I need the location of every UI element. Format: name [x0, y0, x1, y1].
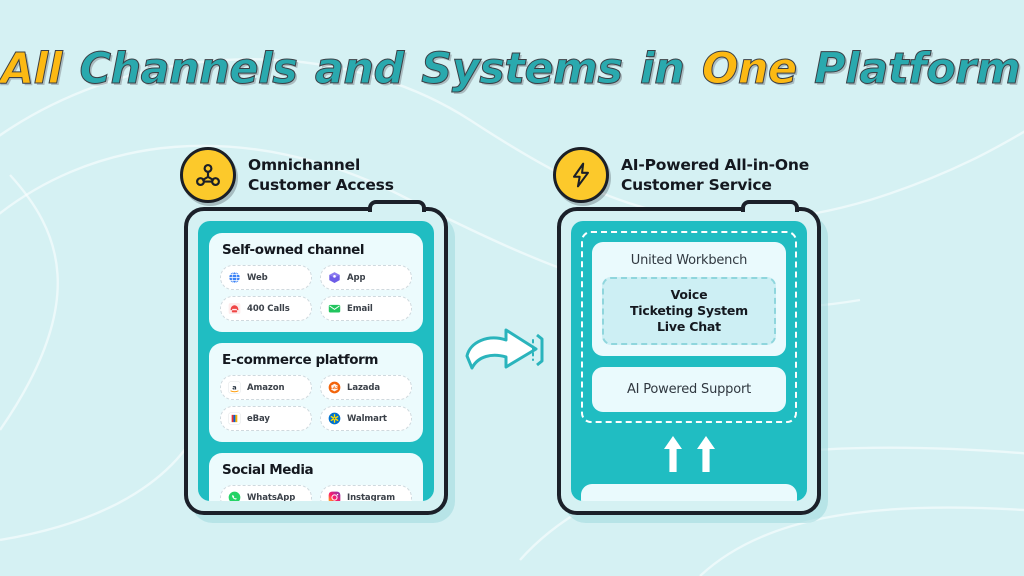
page-title: All Channels and Systems in One Platform [0, 44, 1024, 95]
title-word-0: All [0, 44, 63, 95]
left-device-screen: Self-owned channel Web App 400 Calls Ema… [198, 221, 434, 501]
whatsapp-icon [228, 491, 241, 501]
right-device-screen: United Workbench Voice Ticketing System … [571, 221, 807, 501]
channel-pill-grid: Web App 400 Calls Email [220, 265, 412, 321]
channel-card-ecommerce: E-commerce platform a Amazon LAZ Lazada … [209, 343, 423, 442]
svg-text:LAZ: LAZ [330, 385, 338, 390]
app-cube-icon [329, 272, 340, 283]
channel-card-title: E-commerce platform [222, 352, 379, 368]
channel-pill-grid: WhatsApp Instagram [220, 485, 412, 501]
channel-card-self-owned: Self-owned channel Web App 400 Calls Ema… [209, 233, 423, 332]
amazon-icon: a [228, 381, 241, 394]
title-word-3: Systems [421, 44, 624, 95]
channel-pill-label: Lazada [347, 382, 381, 393]
channel-card-social-media: Social Media WhatsApp Instagram [209, 453, 423, 501]
flow-arrows-up [581, 423, 797, 484]
channel-pill-label: eBay [247, 413, 270, 424]
instagram-icon [328, 491, 341, 501]
channel-pill-lazada[interactable]: LAZ Lazada [320, 375, 412, 400]
lightning-bolt-icon [553, 147, 609, 203]
title-word-5: One [701, 44, 797, 95]
ai-service-heading-line1: AI-Powered All-in-One [621, 155, 810, 174]
channel-pill-label: WhatsApp [247, 492, 296, 502]
workbench-service-voice: Voice [670, 287, 708, 302]
title-word-4: in [639, 44, 685, 95]
workbench-service-ticketing: Ticketing System [629, 303, 748, 318]
channel-pill-grid: a Amazon LAZ Lazada eBay Walmart [220, 375, 412, 431]
channel-pill-label: App [347, 272, 366, 283]
walmart-icon [328, 412, 341, 425]
title-word-1: Channels [79, 44, 298, 95]
channel-card-title: Self-owned channel [222, 242, 365, 258]
channel-pill-label: Email [347, 303, 373, 314]
united-workbench-title: United Workbench [630, 253, 748, 268]
omnichannel-device-frame: Self-owned channel Web App 400 Calls Ema… [184, 200, 455, 523]
ai-powered-support-card: AI Powered Support [592, 367, 786, 412]
right-device-tab [741, 200, 799, 212]
ebay-icon [228, 412, 241, 425]
globe-icon [228, 271, 241, 284]
workbench-services-box: Voice Ticketing System Live Chat [602, 277, 776, 345]
network-share-icon-glyph [196, 163, 220, 187]
svg-text:a: a [232, 384, 236, 392]
channel-pill-label: Web [247, 272, 268, 283]
channel-pill-instagram[interactable]: Instagram [320, 485, 412, 501]
channel-pill-label: Walmart [347, 413, 387, 424]
telephone-icon [228, 302, 241, 315]
channel-pill-email[interactable]: Email [320, 296, 412, 321]
ai-platform-dashed-zone: United Workbench Voice Ticketing System … [581, 231, 797, 423]
intra-enterprise-system-card: Intra-Enterprise System [581, 484, 797, 501]
channel-pill-amazon[interactable]: a Amazon [220, 375, 312, 400]
omnichannel-heading-line2: Customer Access [248, 176, 394, 194]
lazada-icon: LAZ [328, 381, 341, 394]
infographic-canvas: All Channels and Systems in One Platform… [0, 0, 1024, 576]
channel-pill-400-calls[interactable]: 400 Calls [220, 296, 312, 321]
channel-pill-label: 400 Calls [247, 303, 290, 314]
up-arrow-icon [663, 436, 682, 472]
ai-service-section-header: AI-Powered All-in-One Customer Service [553, 147, 809, 203]
left-device-tab [368, 200, 426, 212]
envelope-icon [328, 304, 341, 313]
lightning-bolt-icon-glyph [572, 162, 590, 188]
workbench-service-livechat: Live Chat [657, 319, 721, 334]
up-arrow-icon [696, 436, 715, 472]
right-device-bezel: United Workbench Voice Ticketing System … [557, 200, 821, 515]
united-workbench-card: United Workbench Voice Ticketing System … [592, 242, 786, 356]
channel-pill-ebay[interactable]: eBay [220, 406, 312, 431]
channel-pill-label: Instagram [347, 492, 396, 502]
channel-pill-whatsapp[interactable]: WhatsApp [220, 485, 312, 501]
channel-pill-label: Amazon [247, 382, 285, 393]
ai-service-heading: AI-Powered All-in-One Customer Service [621, 155, 809, 196]
ai-service-heading-line2: Customer Service [621, 176, 772, 194]
network-share-icon [180, 147, 236, 203]
channel-pill-walmart[interactable]: Walmart [320, 406, 412, 431]
curved-arrow-right-icon [465, 328, 544, 370]
channel-card-title: Social Media [222, 462, 314, 478]
title-word-6: Platform [814, 44, 1022, 95]
ai-service-device-frame: United Workbench Voice Ticketing System … [557, 200, 828, 523]
left-device-bezel: Self-owned channel Web App 400 Calls Ema… [184, 200, 448, 515]
channel-pill-web[interactable]: Web [220, 265, 312, 290]
channel-pill-app[interactable]: App [320, 265, 412, 290]
omnichannel-heading: Omnichannel Customer Access [248, 155, 394, 196]
title-word-2: and [314, 44, 404, 95]
omnichannel-section-header: Omnichannel Customer Access [180, 147, 394, 203]
omnichannel-heading-line1: Omnichannel [248, 155, 361, 174]
